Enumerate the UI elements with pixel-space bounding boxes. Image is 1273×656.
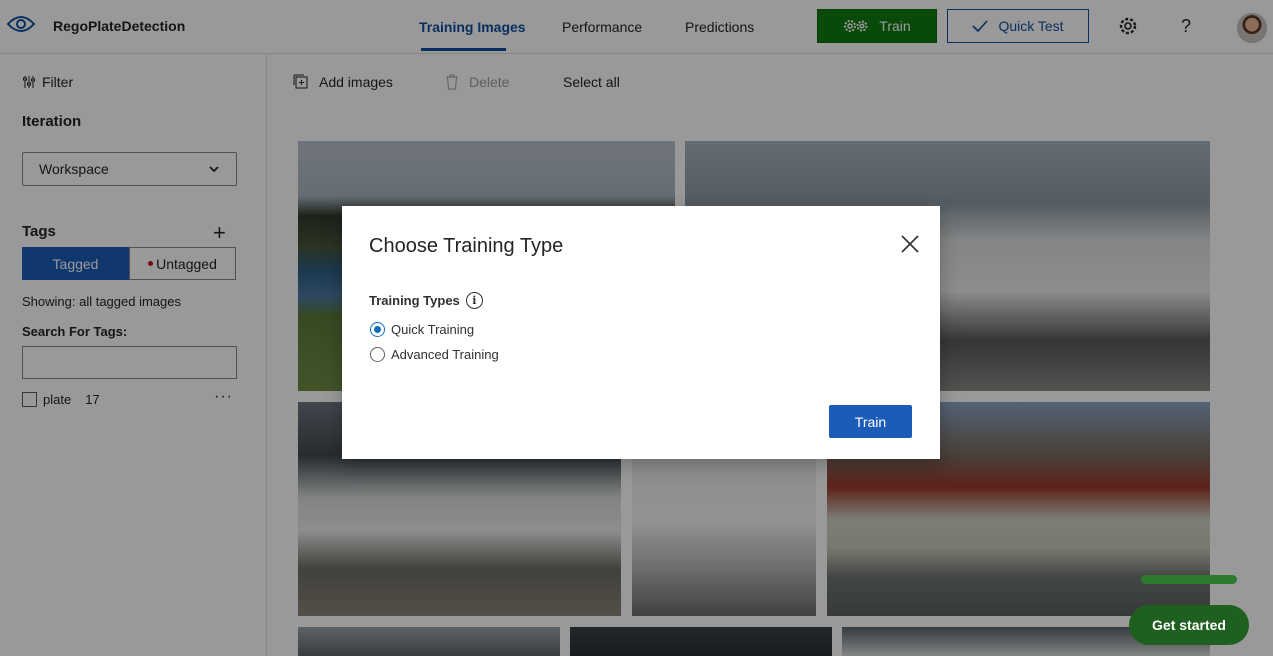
radio-button-checked-icon[interactable] — [370, 322, 385, 337]
dialog-title: Choose Training Type — [369, 235, 564, 257]
radio-button-icon[interactable] — [370, 347, 385, 362]
quick-training-label: Quick Training — [391, 322, 475, 337]
radio-advanced-training[interactable]: Advanced Training — [370, 347, 499, 362]
radio-quick-training[interactable]: Quick Training — [370, 322, 474, 337]
choose-training-type-dialog: Choose Training Type Training Types i Qu… — [342, 206, 940, 459]
get-started-button[interactable]: Get started — [1129, 605, 1249, 645]
training-types-label: Training Types i — [369, 292, 483, 309]
get-started-progress-bar — [1141, 575, 1237, 584]
close-icon[interactable] — [900, 234, 920, 254]
info-icon[interactable]: i — [465, 292, 483, 309]
advanced-training-label: Advanced Training — [391, 347, 499, 362]
training-types-text: Training Types — [369, 293, 460, 308]
dialog-train-button[interactable]: Train — [829, 405, 912, 438]
